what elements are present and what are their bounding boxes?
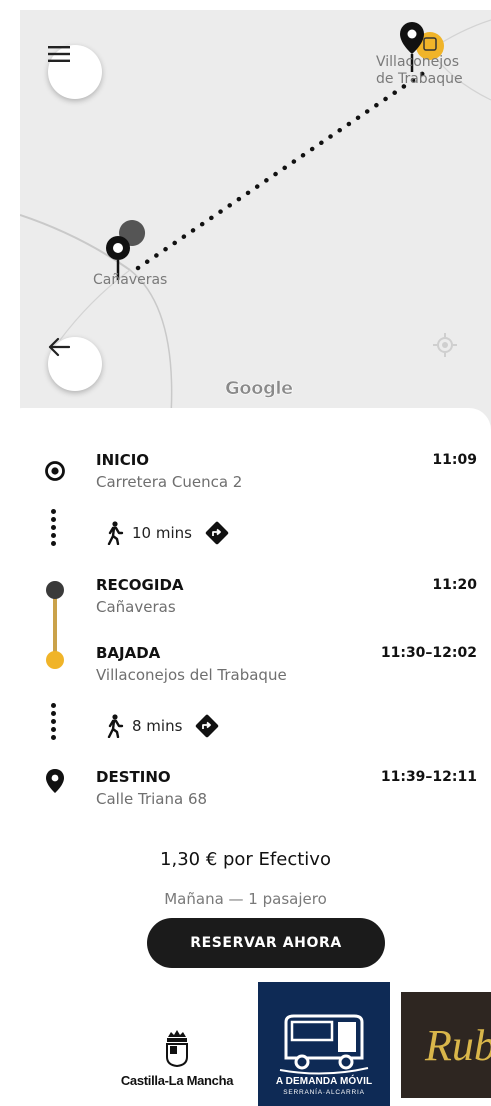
route-dotted-line — [135, 69, 428, 271]
stop-pickup-time: 11:20 — [432, 577, 477, 593]
stop-pickup-label: RECOGIDA — [96, 576, 184, 594]
stop-dropoff-address: Villaconejos del Trabaque — [96, 666, 287, 684]
trip-date-passengers: Mañana — 1 pasajero — [164, 890, 327, 908]
locate-me-button[interactable] — [432, 332, 490, 390]
stop-pickup-address: Cañaveras — [96, 598, 176, 616]
stop-start-address: Carretera Cuenca 2 — [96, 473, 243, 491]
menu-button[interactable] — [48, 45, 102, 99]
stop-destination-time: 11:39–12:11 — [380, 769, 477, 785]
adm-logo-title: A DEMANDA MÓVIL — [275, 1076, 373, 1087]
stop-dropoff: BAJADA Villaconejos del Trabaque 11:30–1… — [96, 643, 477, 685]
walking-person-icon — [107, 521, 124, 545]
location-pin-icon — [46, 769, 64, 793]
castilla-la-mancha-logo: Castilla-La Mancha — [97, 1000, 257, 1100]
walk-dots-1 — [51, 509, 57, 549]
adm-logo-subtitle: SERRANÍA·ALCARRIA — [283, 1089, 365, 1096]
stop-start-time: 11:09 — [432, 452, 477, 468]
walk-1-duration: 10 mins — [132, 524, 192, 542]
stop-start: INICIO Carretera Cuenca 2 11:09 — [96, 450, 477, 492]
crosshair-icon — [433, 333, 457, 357]
stop-dropoff-time: 11:30–12:02 — [380, 645, 477, 661]
walk-segment-2: 8 mins — [104, 711, 220, 741]
stop-destination-address: Calle Triana 68 — [96, 790, 208, 808]
map-view[interactable]: Villaconejos de Trabaque Cañaveras Google — [20, 10, 491, 430]
clm-logo-text: Castilla-La Mancha — [120, 1073, 234, 1088]
map-town-label-destination: Cañaveras — [93, 272, 168, 288]
bus-icon — [279, 1014, 369, 1075]
rub-logo-text: Rub — [425, 1021, 491, 1070]
arrow-left-icon — [48, 337, 70, 357]
reserve-now-button[interactable]: RESERVAR AHORA — [147, 918, 385, 968]
clm-crest-icon — [166, 1030, 188, 1067]
hamburger-menu-icon — [48, 46, 70, 62]
stop-pickup: RECOGIDA Cañaveras 11:20 — [96, 575, 477, 617]
stop-destination: DESTINO Calle Triana 68 11:39–12:11 — [96, 767, 477, 809]
walk-dots-2 — [51, 703, 57, 743]
walk-2-duration: 8 mins — [132, 717, 183, 735]
start-target-icon — [45, 461, 65, 481]
walking-person-icon — [107, 714, 124, 738]
stop-start-label: INICIO — [96, 451, 150, 469]
fare-price: 1,30 € por Efectivo — [160, 849, 331, 870]
directions-icon[interactable] — [204, 520, 230, 546]
directions-icon[interactable] — [194, 713, 220, 739]
rub-logo: Rub — [401, 992, 491, 1098]
back-button[interactable] — [48, 337, 102, 391]
walk-segment-1: 10 mins — [104, 518, 230, 548]
a-demanda-movil-logo: A DEMANDA MÓVIL SERRANÍA·ALCARRIA — [258, 982, 390, 1106]
google-logo: Google — [225, 378, 294, 400]
map-town-label-origin: Villaconejos de Trabaque — [376, 54, 463, 87]
ride-route-line-icon — [46, 581, 64, 669]
